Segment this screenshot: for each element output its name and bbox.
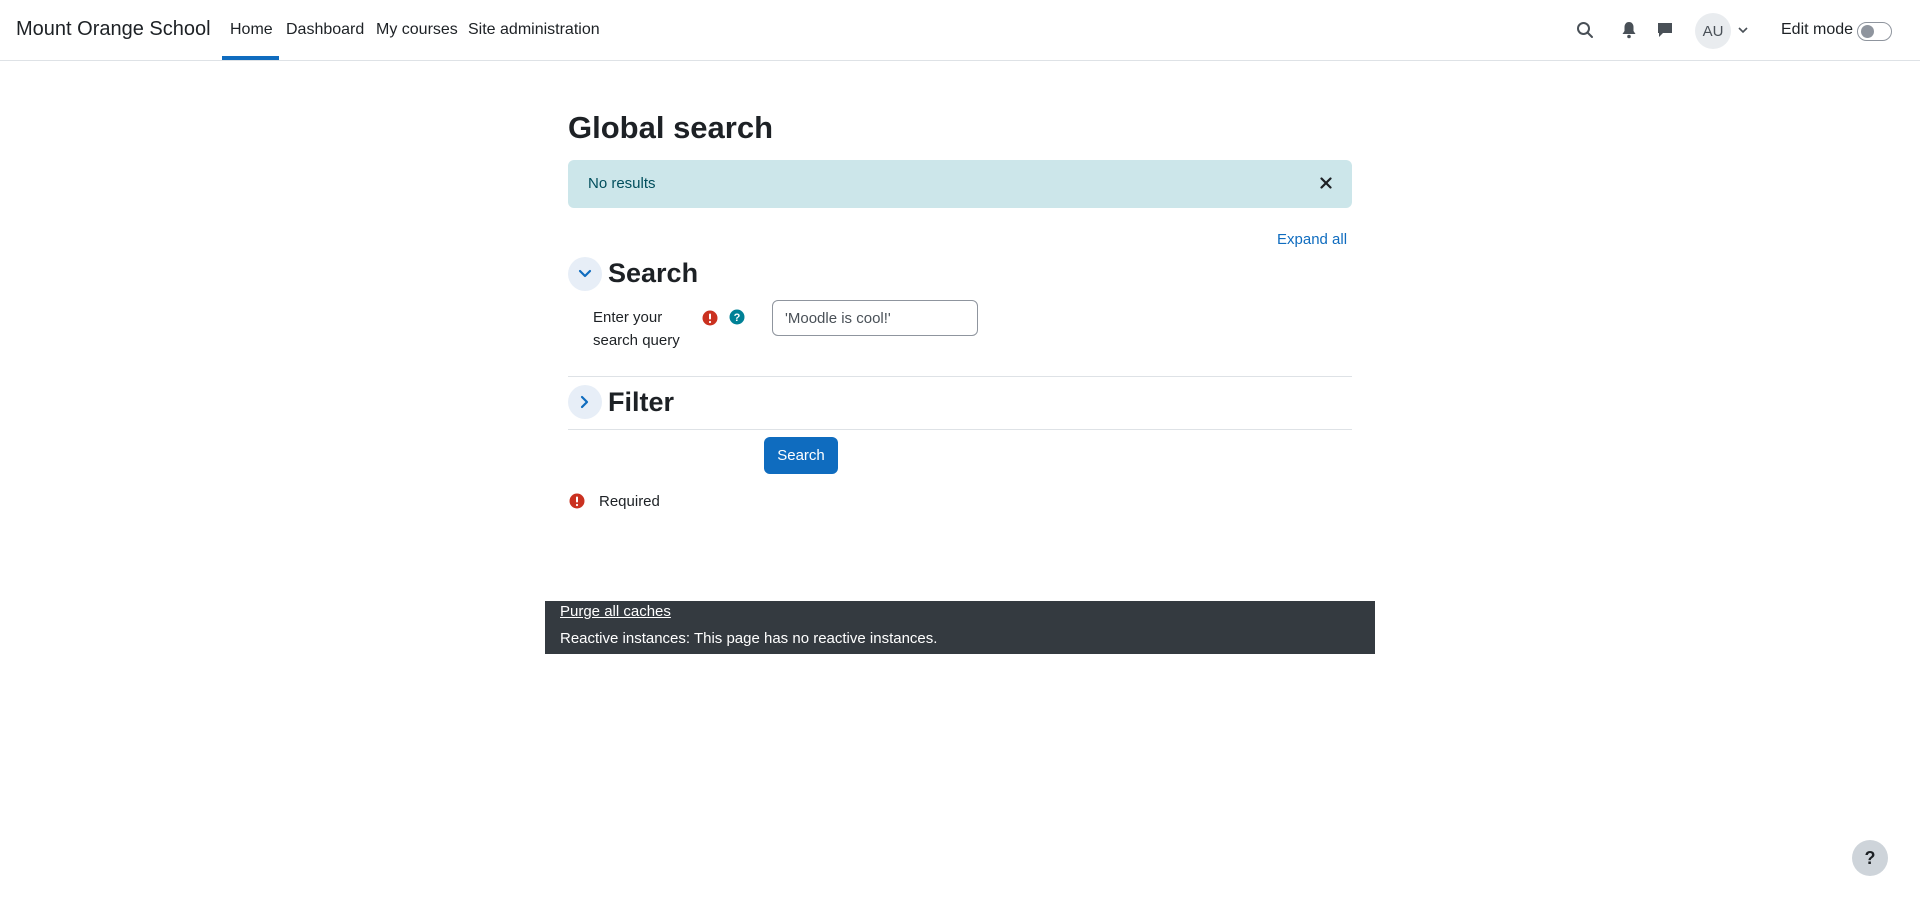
purge-caches-link[interactable]: Purge all caches	[560, 603, 671, 620]
help-icon[interactable]: ?	[729, 309, 745, 325]
top-navbar: Mount Orange School Home Dashboard My co…	[0, 0, 1920, 61]
help-button[interactable]: ?	[1852, 840, 1888, 876]
chevron-right-icon	[580, 395, 589, 409]
filter-section-title[interactable]: Filter	[608, 387, 674, 418]
search-icon[interactable]	[1574, 19, 1596, 41]
edit-mode-toggle[interactable]	[1857, 22, 1892, 41]
nav-active-indicator	[222, 56, 279, 60]
chevron-down-icon	[578, 269, 592, 278]
search-section-title[interactable]: Search	[608, 258, 698, 289]
search-button[interactable]: Search	[764, 437, 838, 474]
required-legend: Required	[599, 493, 660, 510]
required-icon	[702, 310, 718, 326]
page-title: Global search	[568, 110, 774, 145]
bell-icon[interactable]	[1618, 19, 1640, 41]
section-divider	[568, 376, 1352, 377]
chat-icon[interactable]	[1654, 19, 1676, 41]
reactive-instances-text: Reactive instances: This page has no rea…	[560, 630, 938, 647]
required-icon	[569, 493, 585, 509]
alert-text: No results	[588, 175, 656, 192]
search-query-input[interactable]	[772, 300, 978, 336]
search-section-toggle[interactable]	[568, 257, 602, 291]
nav-item-home[interactable]: Home	[230, 21, 273, 39]
no-results-alert: No results	[568, 160, 1352, 208]
expand-all-link[interactable]: Expand all	[1277, 231, 1347, 248]
nav-item-site-administration[interactable]: Site administration	[468, 21, 600, 39]
close-icon[interactable]	[1318, 175, 1334, 191]
site-brand[interactable]: Mount Orange School	[16, 18, 211, 41]
footer-debug-block: Purge all caches Reactive instances: Thi…	[545, 601, 1375, 654]
section-divider	[568, 429, 1352, 430]
nav-item-dashboard[interactable]: Dashboard	[286, 21, 364, 39]
toggle-knob	[1861, 25, 1874, 38]
svg-text:?: ?	[734, 312, 741, 324]
filter-section-toggle[interactable]	[568, 385, 602, 419]
nav-item-my-courses[interactable]: My courses	[376, 21, 458, 39]
search-query-label: Enter your search query	[593, 309, 680, 349]
edit-mode-label: Edit mode	[1781, 21, 1854, 38]
user-avatar[interactable]: AU	[1695, 13, 1731, 49]
chevron-down-icon[interactable]	[1736, 22, 1750, 38]
